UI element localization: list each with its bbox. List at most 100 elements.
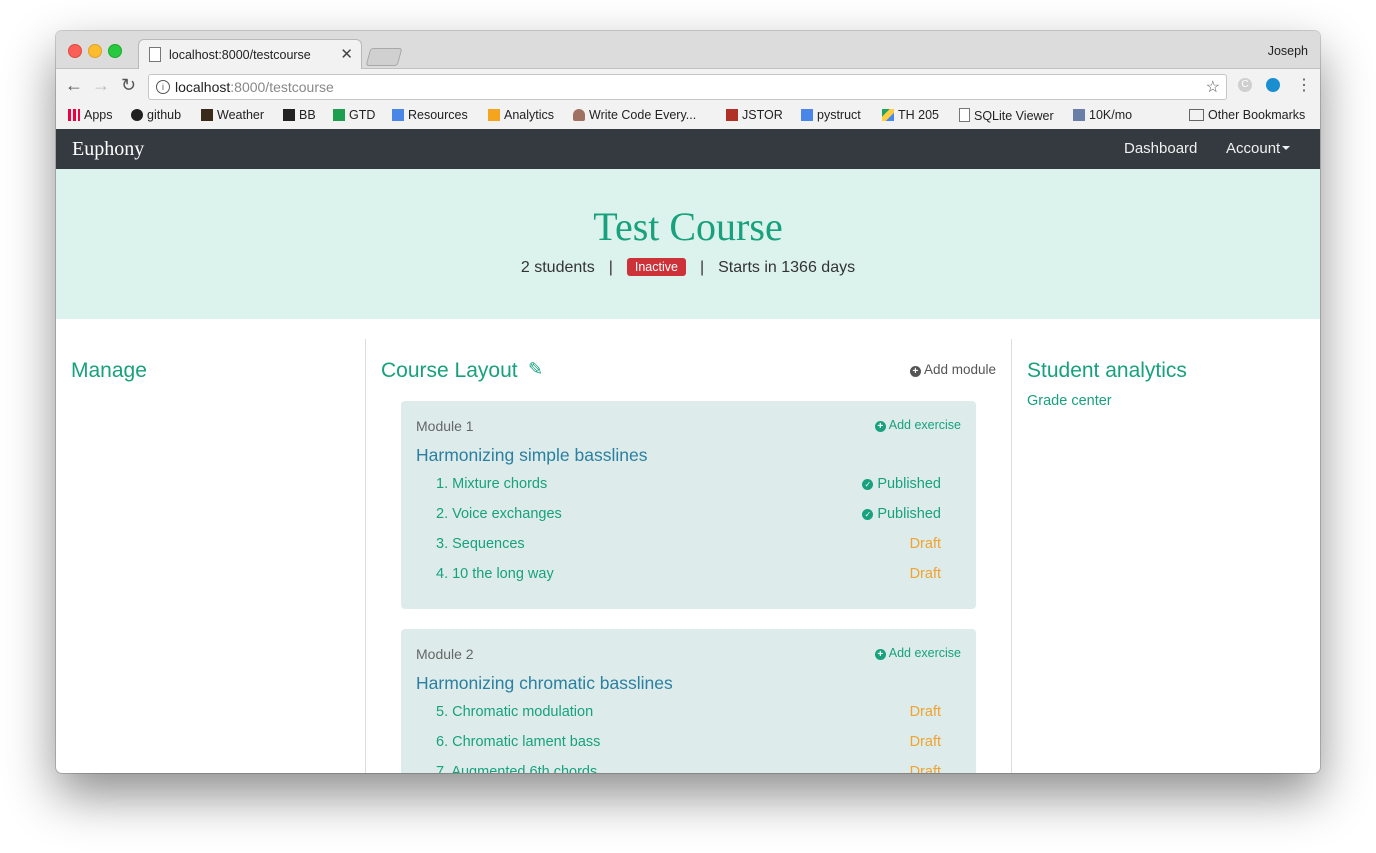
exercise-row: 1. Mixture chords ✓ Published xyxy=(436,476,941,498)
plus-circle-icon: + xyxy=(909,366,921,377)
exercise-row: 6. Chromatic lament bass Draft xyxy=(436,734,941,756)
app-navbar: Euphony Dashboard Account xyxy=(56,129,1320,169)
browser-window: localhost:8000/testcourse ✕ Joseph ← → ↻… xyxy=(56,31,1320,773)
docs-icon xyxy=(392,109,404,121)
status-draft: Draft xyxy=(909,566,941,582)
forward-arrow-icon[interactable]: → xyxy=(92,75,110,96)
exercise-row: 2. Voice exchanges ✓ Published xyxy=(436,506,941,528)
bookmark-icon xyxy=(1073,109,1085,121)
check-circle-icon: ✓ xyxy=(862,509,874,520)
new-tab-button[interactable] xyxy=(365,48,403,66)
zoom-window-button[interactable] xyxy=(108,44,122,58)
exercise-link[interactable]: 3. Sequences xyxy=(436,536,525,552)
exercise-row: 3. Sequences Draft xyxy=(436,536,941,558)
bookmark-resources[interactable]: Resources xyxy=(392,108,468,122)
separator: | xyxy=(608,259,613,276)
course-layout-title: Course Layout xyxy=(381,359,518,382)
bookmark-jstor[interactable]: JSTOR xyxy=(726,108,783,122)
grade-center-link[interactable]: Grade center xyxy=(1027,393,1112,409)
student-analytics-title: Student analytics xyxy=(1027,359,1187,382)
exercise-link[interactable]: 5. Chromatic modulation xyxy=(436,704,593,720)
drive-icon xyxy=(882,109,894,121)
bookmark-gtd[interactable]: GTD xyxy=(333,108,375,122)
exercise-link[interactable]: 7. Augmented 6th chords xyxy=(436,764,597,773)
add-exercise-button[interactable]: + Add exercise xyxy=(874,646,961,660)
status-draft: Draft xyxy=(909,764,941,773)
bookmark-weather[interactable]: Weather xyxy=(201,108,264,122)
browser-tab[interactable]: localhost:8000/testcourse ✕ xyxy=(138,39,362,70)
tab-title: localhost:8000/testcourse xyxy=(169,48,311,62)
info-icon[interactable]: i xyxy=(156,80,170,94)
plus-circle-icon: + xyxy=(874,421,886,432)
exercise-link[interactable]: 2. Voice exchanges xyxy=(436,506,562,522)
browser-toolbar: ← → ↻ i localhost:8000/testcourse ☆ C ⋮ xyxy=(56,69,1320,103)
bookmark-10k[interactable]: 10K/mo xyxy=(1073,108,1132,122)
exercise-link[interactable]: 6. Chromatic lament bass xyxy=(436,734,600,750)
minimize-window-button[interactable] xyxy=(88,44,102,58)
docs-icon xyxy=(801,109,813,121)
separator: | xyxy=(699,259,705,276)
pencil-icon[interactable]: ✎ xyxy=(528,359,543,380)
module-title[interactable]: Harmonizing simple basslines xyxy=(416,445,647,466)
nav-dashboard[interactable]: Dashboard xyxy=(1124,140,1197,157)
bookmark-bb[interactable]: BB xyxy=(283,108,316,122)
exercise-row: 7. Augmented 6th chords Draft xyxy=(436,764,941,773)
analytics-icon xyxy=(488,109,500,121)
course-meta: 2 students | Inactive | Starts in 1366 days xyxy=(56,258,1320,277)
exercise-link[interactable]: 4. 10 the long way xyxy=(436,566,554,582)
status-published: ✓ Published xyxy=(862,476,941,492)
extension-icon[interactable]: C xyxy=(1238,78,1252,92)
bookmark-other[interactable]: Other Bookmarks xyxy=(1189,108,1305,122)
status-draft: Draft xyxy=(909,734,941,750)
close-window-button[interactable] xyxy=(68,44,82,58)
close-tab-icon[interactable]: ✕ xyxy=(340,45,353,63)
bookmarks-bar: Apps github Weather BB GTD Resources Ana… xyxy=(56,103,1320,130)
url-text: localhost:8000/testcourse xyxy=(175,79,334,95)
bookmark-sqlite[interactable]: SQLite Viewer xyxy=(959,108,1054,123)
check-circle-icon: ✓ xyxy=(862,479,874,490)
exercise-row: 4. 10 the long way Draft xyxy=(436,566,941,588)
student-count: 2 students xyxy=(520,259,595,276)
module-label: Module 2 xyxy=(416,646,474,662)
blackboard-icon xyxy=(283,109,295,121)
course-header: Test Course 2 students | Inactive | Starts i… xyxy=(56,169,1320,319)
apps-grid-icon xyxy=(68,109,80,121)
menu-icon[interactable]: ⋮ xyxy=(1296,75,1312,95)
status-draft: Draft xyxy=(909,704,941,720)
exercise-link[interactable]: 1. Mixture chords xyxy=(436,476,547,492)
weather-icon xyxy=(201,109,213,121)
jstor-icon xyxy=(726,109,738,121)
module-card: Module 2 + Add exercise Harmonizing chrom… xyxy=(401,629,976,773)
bookmark-github[interactable]: github xyxy=(131,108,181,122)
course-title: Test Course xyxy=(593,204,783,249)
page-icon xyxy=(959,108,970,122)
profile-name[interactable]: Joseph xyxy=(1268,44,1308,58)
nav-account-dropdown[interactable]: Account xyxy=(1226,140,1291,157)
add-exercise-button[interactable]: + Add exercise xyxy=(874,418,961,432)
bookmark-apps[interactable]: Apps xyxy=(68,108,113,122)
bookmark-th205[interactable]: TH 205 xyxy=(882,108,939,122)
tab-strip: localhost:8000/testcourse ✕ Joseph xyxy=(56,31,1320,70)
address-bar[interactable]: i localhost:8000/testcourse ☆ xyxy=(148,74,1227,100)
brand-logo[interactable]: Euphony xyxy=(72,138,144,161)
add-module-button[interactable]: + Add module xyxy=(909,362,996,377)
status-draft: Draft xyxy=(909,536,941,552)
student-analytics-panel: Student analytics Grade center xyxy=(1011,339,1320,773)
status-published: ✓ Published xyxy=(862,506,941,522)
nav-account-label: Account xyxy=(1226,140,1281,157)
bookmark-pystruct[interactable]: pystruct xyxy=(801,108,861,122)
module-label: Module 1 xyxy=(416,418,474,434)
module-title[interactable]: Harmonizing chromatic basslines xyxy=(416,673,673,694)
start-date-text: Starts in 1366 days xyxy=(718,259,856,276)
course-layout-panel: Course Layout ✎ + Add module Module 1 + Ad… xyxy=(366,339,1011,773)
person-icon xyxy=(573,109,585,121)
status-badge: Inactive xyxy=(626,258,686,276)
bookmark-write-code[interactable]: Write Code Every... xyxy=(573,108,696,122)
bookmark-star-icon[interactable]: ☆ xyxy=(1206,77,1220,97)
reload-icon[interactable]: ↻ xyxy=(121,75,136,96)
module-card: Module 1 + Add exercise Harmonizing simpl… xyxy=(401,401,976,609)
back-arrow-icon[interactable]: ← xyxy=(65,75,83,96)
bookmark-analytics[interactable]: Analytics xyxy=(488,108,554,122)
extension-icon[interactable] xyxy=(1266,78,1280,92)
caret-down-icon xyxy=(1282,146,1291,150)
